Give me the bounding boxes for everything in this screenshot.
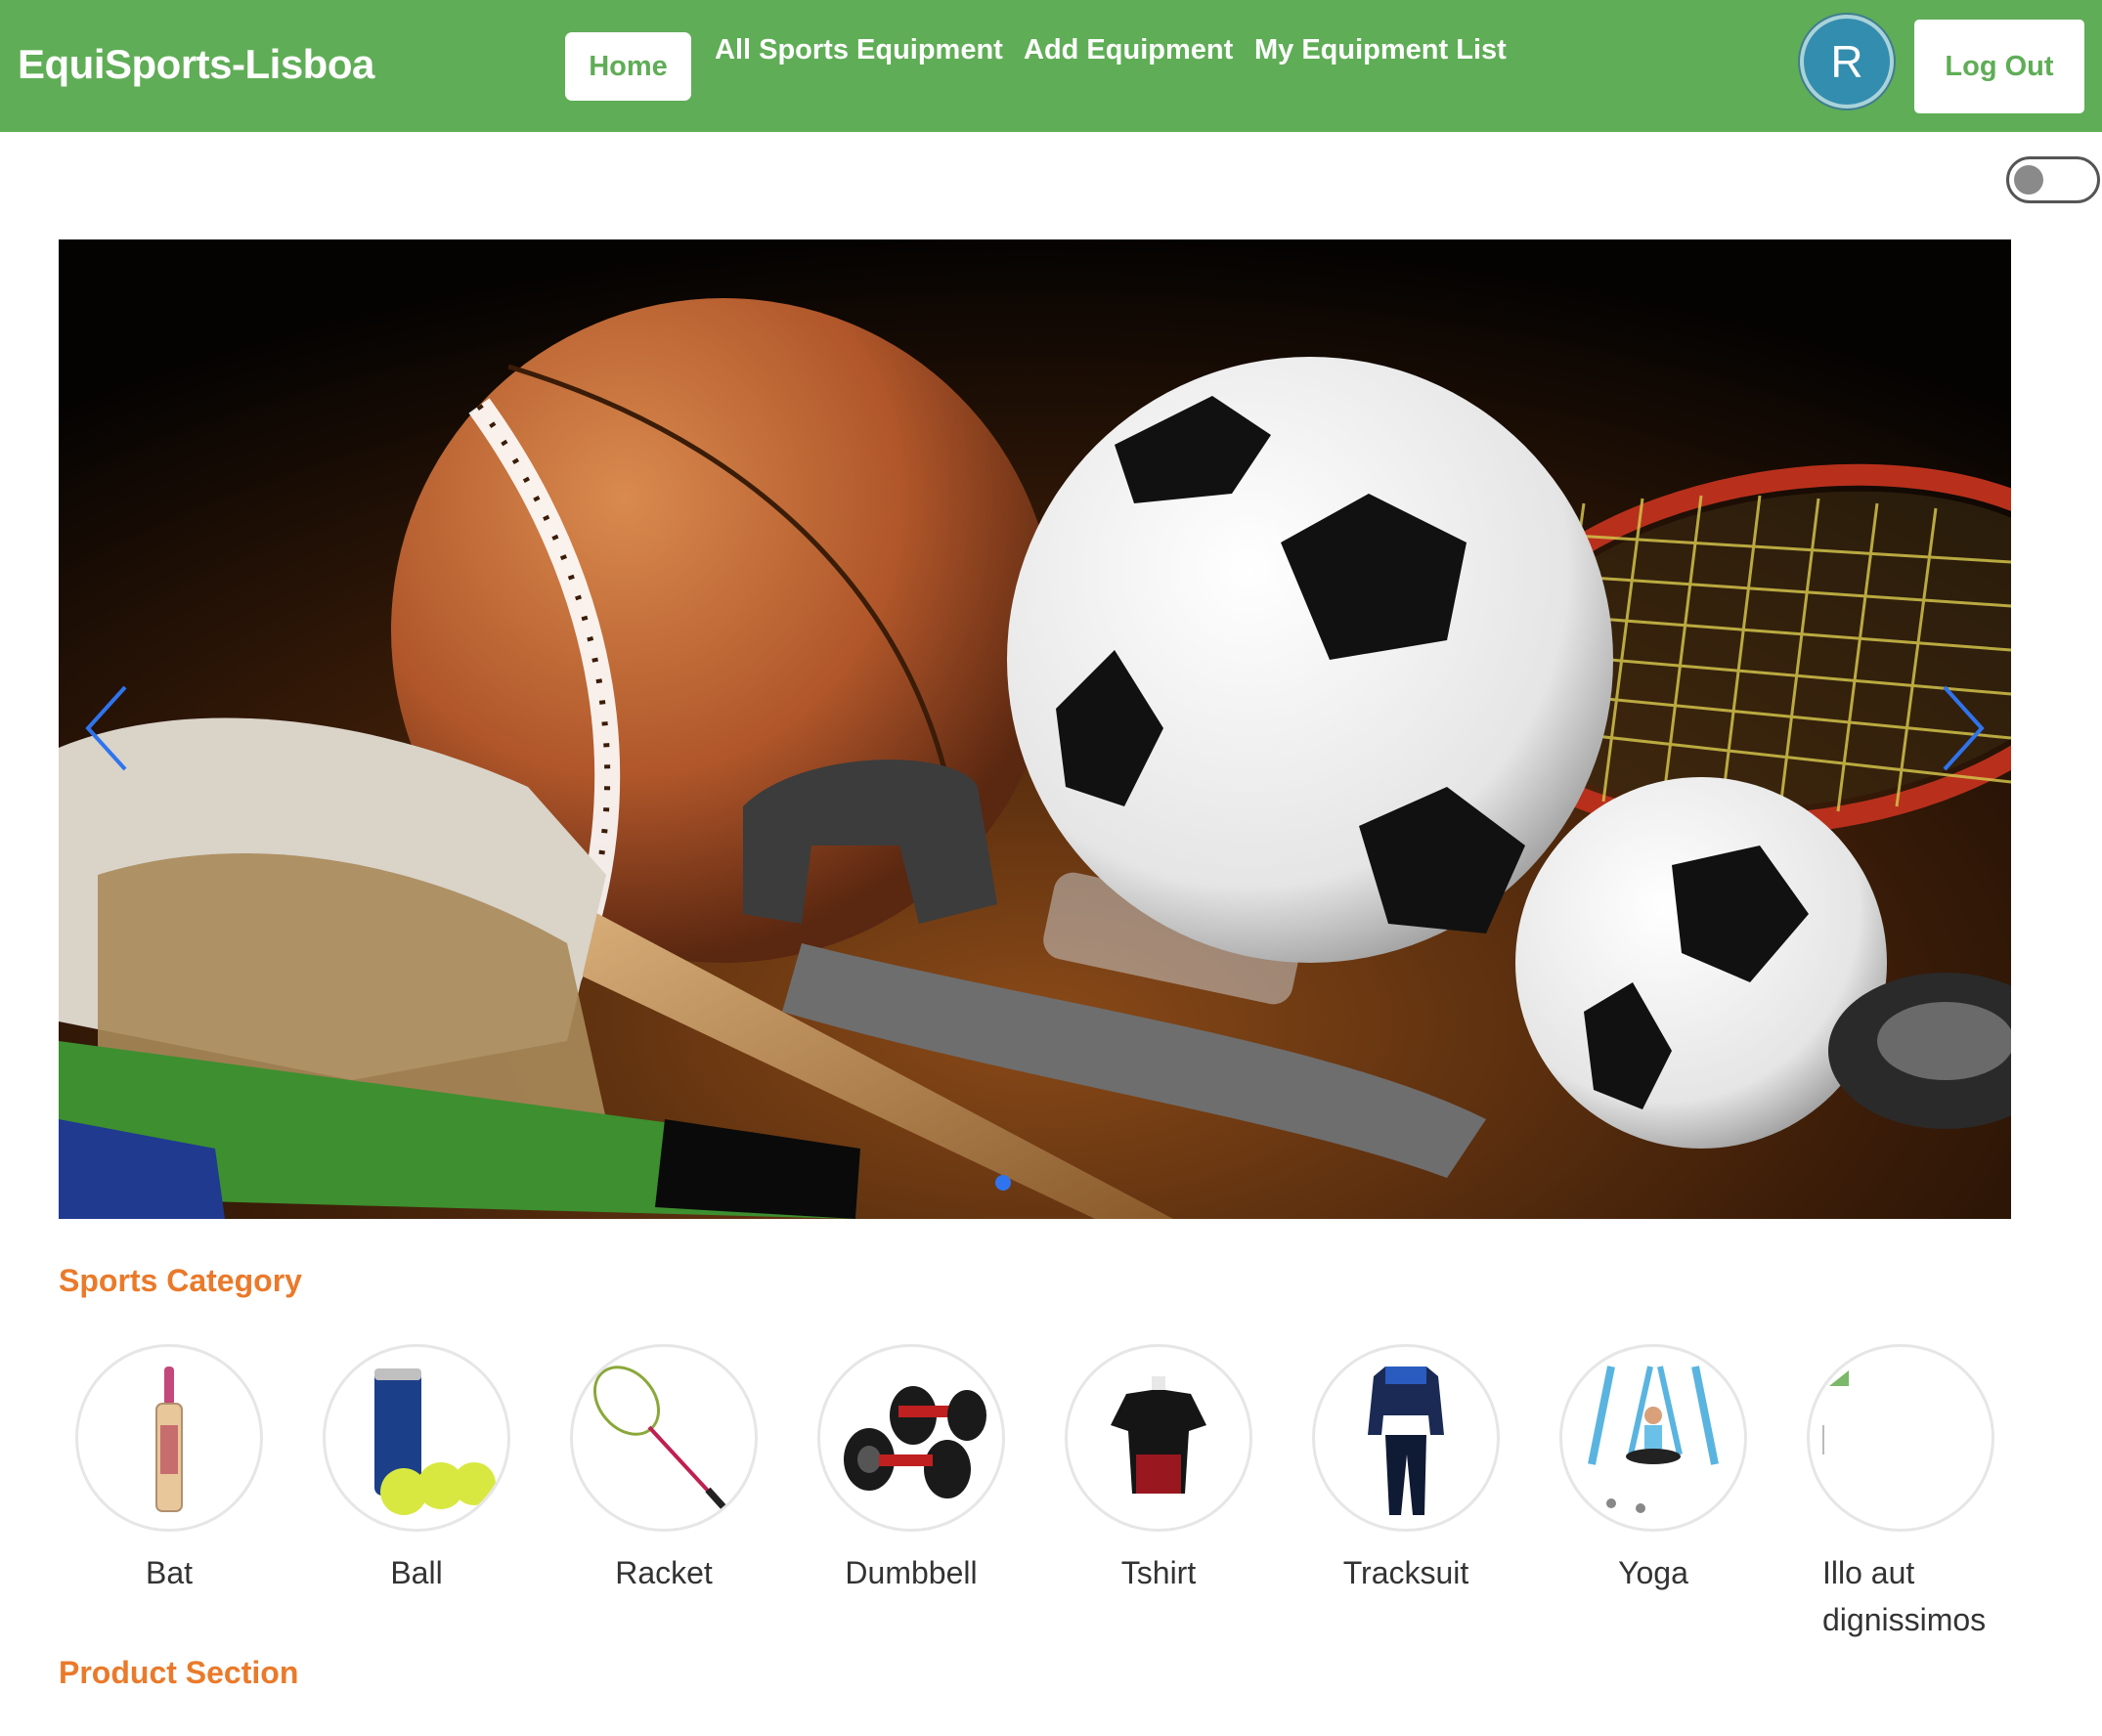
nav-add-equipment-link[interactable]: Add Equipment: [1024, 34, 1233, 66]
badminton-racket-icon: [592, 1366, 728, 1512]
category-image: [1807, 1344, 1994, 1532]
theme-toggle[interactable]: [2006, 156, 2100, 203]
category-image: [75, 1344, 263, 1532]
category-illo-aut-dignissimos[interactable]: Illo aut dignissimos: [1803, 1344, 1998, 1643]
category-image: [323, 1344, 510, 1532]
category-dumbbell[interactable]: Dumbbell: [813, 1344, 1009, 1596]
category-tshirt[interactable]: Tshirt: [1061, 1344, 1256, 1596]
category-yoga[interactable]: Yoga: [1555, 1344, 1751, 1596]
broken-image-icon: [1822, 1370, 1849, 1454]
category-label: Dumbbell: [845, 1555, 978, 1590]
carousel-next-arrow[interactable]: [1925, 679, 1993, 777]
sports-category-title: Sports Category: [59, 1263, 302, 1298]
nav-home-button[interactable]: Home: [565, 32, 691, 101]
brand-logo[interactable]: EquiSports-Lisboa: [18, 41, 374, 88]
cricket-bat-icon: [155, 1367, 183, 1512]
category-label: Tshirt: [1120, 1555, 1197, 1590]
hero-sports-image: [59, 239, 2011, 1219]
toggle-knob: [2014, 165, 2043, 195]
user-avatar[interactable]: R: [1800, 15, 1894, 108]
tracksuit-icon: [1368, 1367, 1444, 1515]
category-label: Illo aut dignissimos: [1822, 1555, 1987, 1637]
category-image: [817, 1344, 1005, 1532]
carousel-dot-active[interactable]: [995, 1175, 1011, 1191]
product-section-title: Product Section: [59, 1655, 299, 1690]
logout-button[interactable]: Log Out: [1914, 20, 2084, 113]
carousel-prev-arrow[interactable]: [76, 679, 145, 777]
tennis-balls-icon: [374, 1368, 496, 1515]
navbar: EquiSports-Lisboa Home All Sports Equipm…: [0, 0, 2102, 132]
category-image: [570, 1344, 758, 1532]
nav-my-equipment-list-link[interactable]: My Equipment List: [1254, 34, 1507, 66]
category-label: Tracksuit: [1342, 1555, 1469, 1590]
yoga-hammock-icon: [1588, 1366, 1719, 1513]
category-image: [1065, 1344, 1252, 1532]
dumbbell-icon: [844, 1386, 986, 1498]
tshirt-icon: [1111, 1376, 1206, 1494]
category-label: Racket: [615, 1555, 713, 1590]
category-ball[interactable]: Ball: [319, 1344, 514, 1596]
category-label: Yoga: [1618, 1555, 1688, 1590]
hero-carousel: [59, 239, 2011, 1219]
category-label: Bat: [145, 1555, 194, 1590]
category-image: [1312, 1344, 1500, 1532]
category-image: [1559, 1344, 1747, 1532]
category-tracksuit[interactable]: Tracksuit: [1308, 1344, 1504, 1596]
category-bat[interactable]: Bat: [71, 1344, 267, 1596]
category-label: Ball: [390, 1555, 443, 1590]
category-racket[interactable]: Racket: [566, 1344, 762, 1596]
nav-all-equipment-link[interactable]: All Sports Equipment: [715, 34, 1003, 66]
